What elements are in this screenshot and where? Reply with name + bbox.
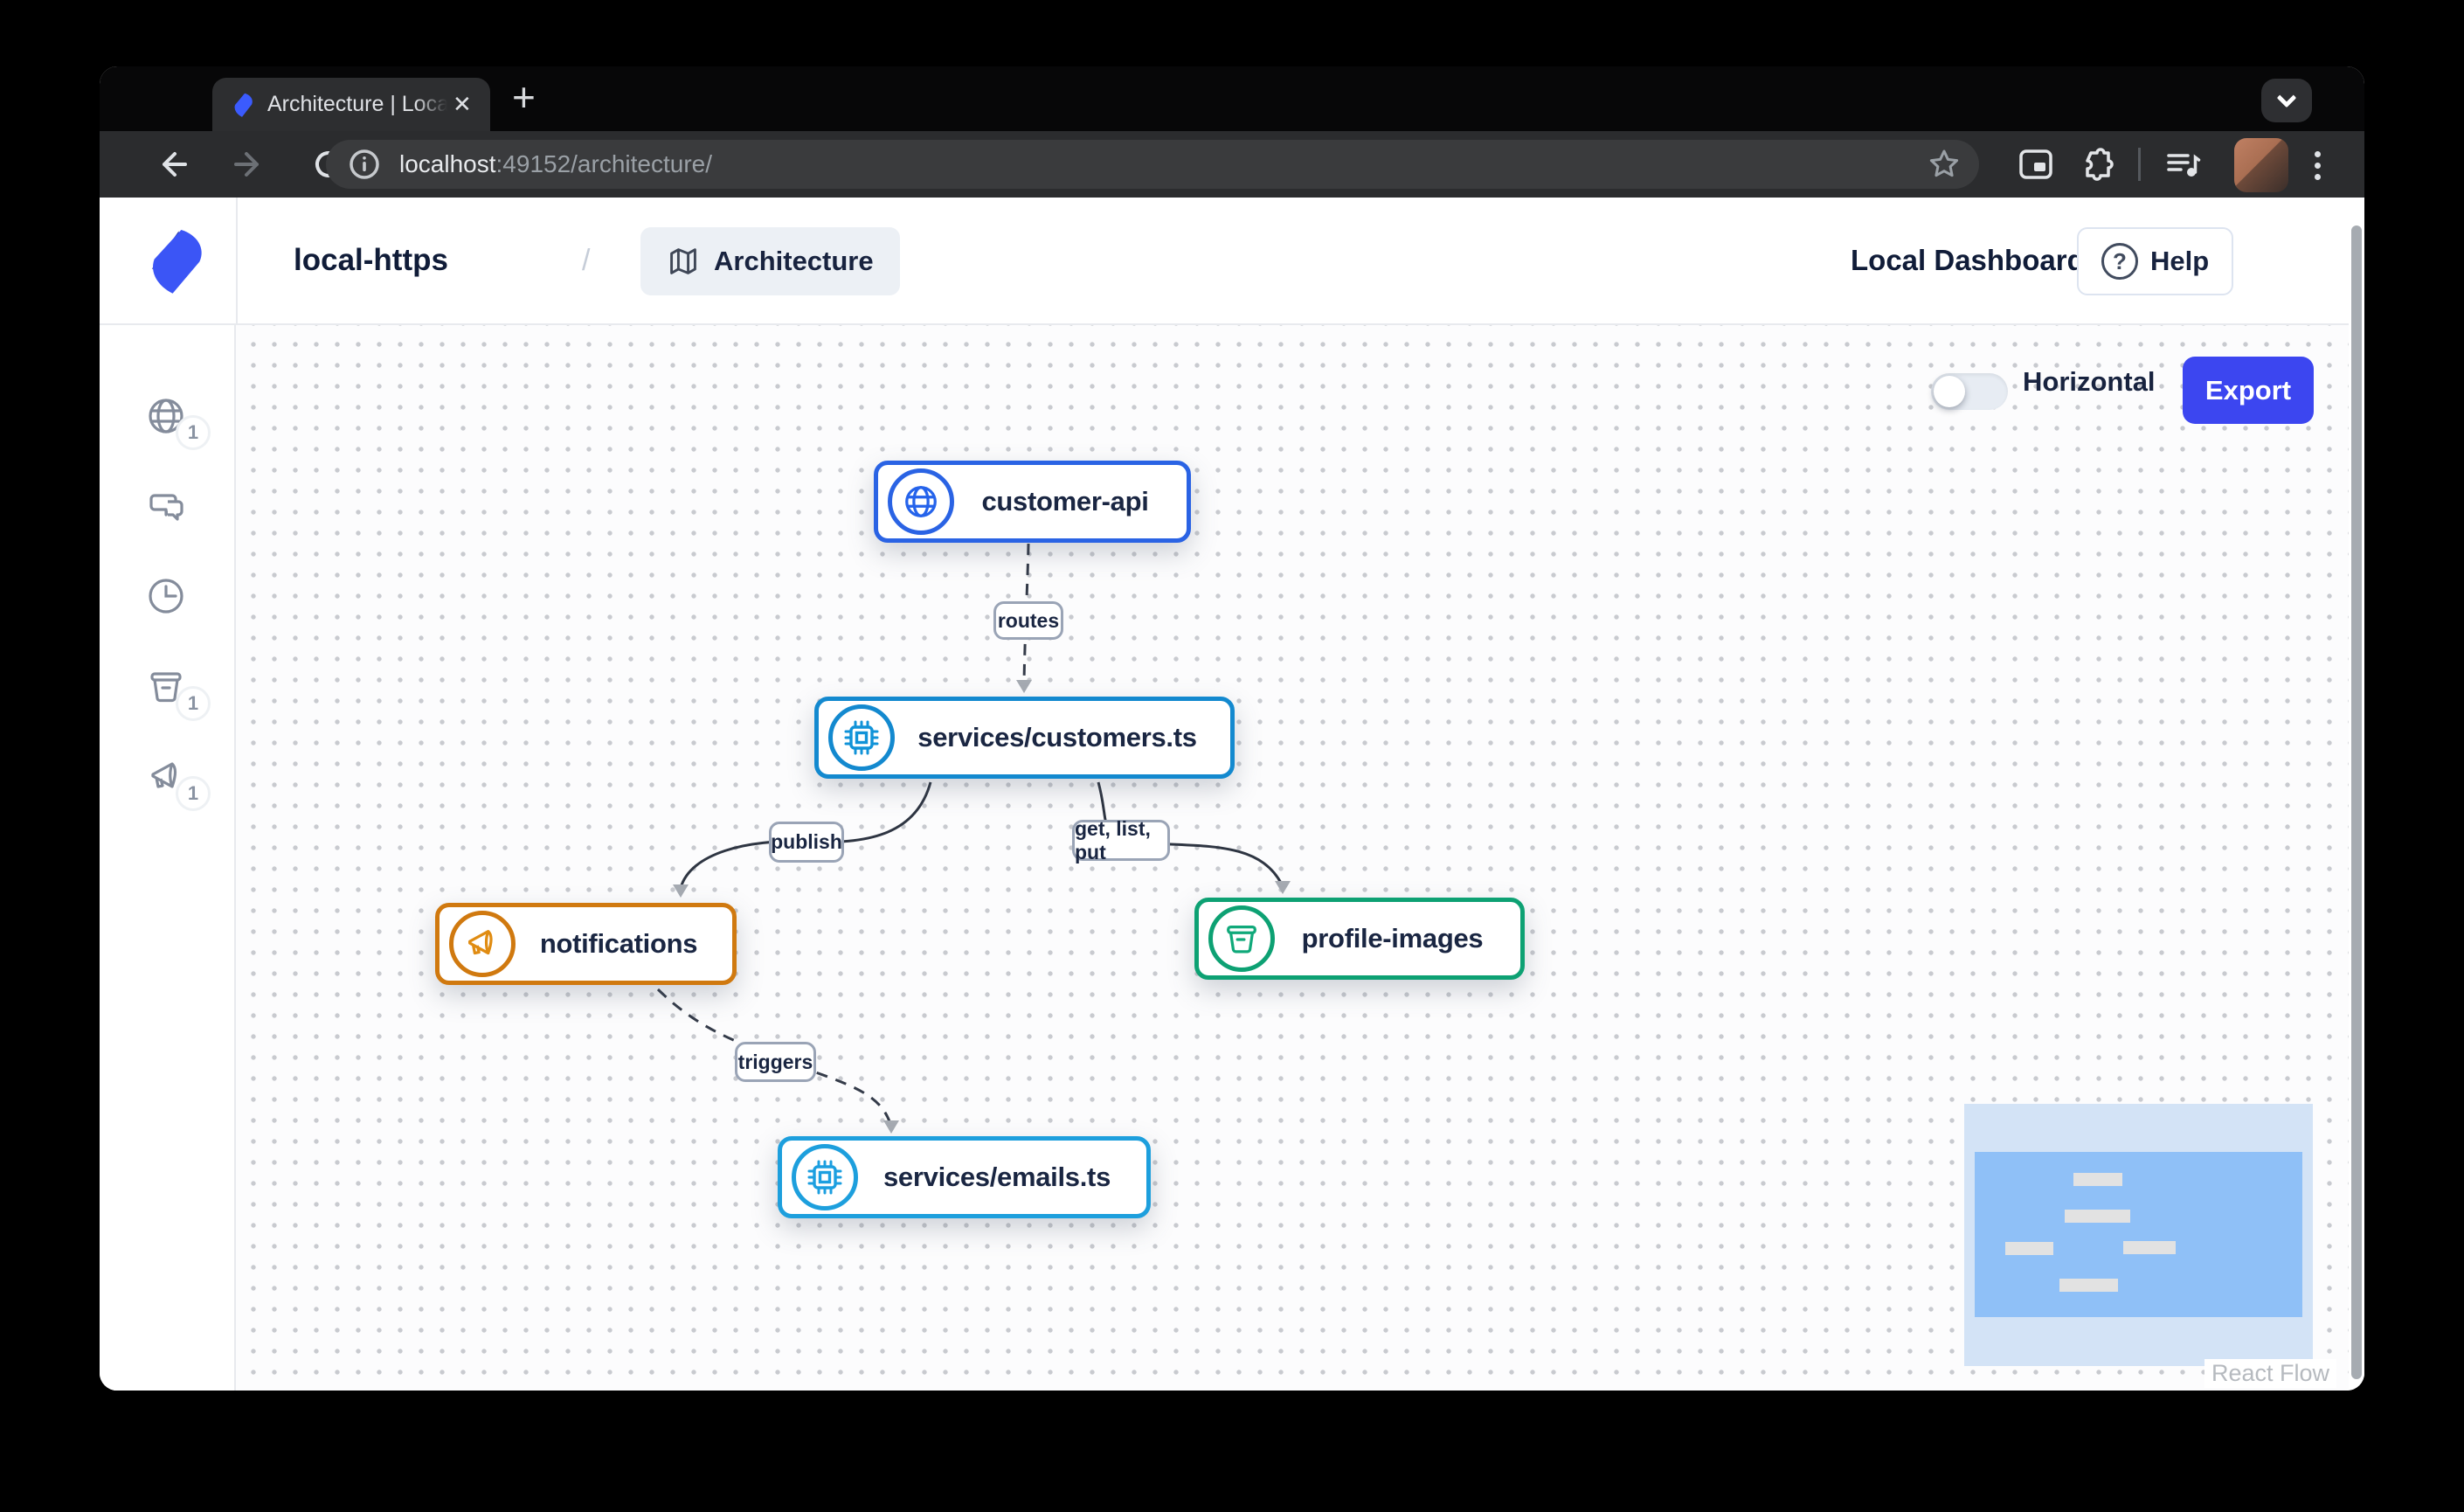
app-logo-icon[interactable] — [135, 224, 213, 297]
export-button[interactable]: Export — [2183, 357, 2314, 424]
sidebar-item-pubsub[interactable]: 1 — [146, 757, 186, 797]
forward-button[interactable] — [224, 131, 276, 198]
help-label: Help — [2150, 246, 2209, 277]
clock-icon — [146, 576, 186, 616]
tab-strip: Architecture | Local Dashboard ✕ + — [100, 66, 2364, 131]
sidebar-item-storage[interactable]: 1 — [146, 667, 186, 707]
sidebar-badge: 1 — [176, 415, 211, 450]
breadcrumb-separator: / — [582, 198, 590, 323]
profile-avatar[interactable] — [2234, 138, 2288, 192]
browser-tab[interactable]: Architecture | Local Dashboard ✕ — [212, 78, 490, 131]
minimap-node — [2073, 1173, 2122, 1186]
edge-label-publish: publish — [769, 822, 844, 863]
bucket-icon — [1208, 905, 1275, 972]
node-notifications[interactable]: notifications — [435, 903, 737, 985]
edge-label-get-list-put: get, list, put — [1072, 820, 1170, 861]
page-title: Local Dashboard — [1851, 198, 2085, 323]
page-scrollbar[interactable] — [2349, 198, 2364, 1391]
megaphone-icon — [449, 911, 516, 977]
sidebar-item-api-explorer[interactable]: 1 — [146, 396, 186, 436]
sidebar: 1 1 — [100, 325, 236, 1391]
node-label: services/emails.ts — [858, 1162, 1146, 1193]
node-label: notifications — [516, 928, 732, 960]
horizontal-toggle[interactable] — [1931, 373, 2008, 410]
node-label: customer-api — [954, 486, 1187, 517]
dashboard-page: local-https / Architecture Local Dashboa… — [100, 198, 2364, 1391]
address-bar[interactable]: localhost:49152/architecture/ — [326, 140, 1979, 189]
url-text[interactable]: localhost:49152/architecture/ — [399, 150, 712, 178]
edge-label-triggers: triggers — [735, 1042, 816, 1082]
tab-architecture[interactable]: Architecture — [640, 227, 900, 295]
node-profile-images[interactable]: profile-images — [1194, 898, 1525, 980]
edge-label-routes: routes — [993, 601, 1063, 640]
architecture-canvas[interactable]: customer-api services/customers.ts — [236, 325, 2349, 1391]
react-flow-attribution[interactable]: React Flow — [2204, 1359, 2336, 1388]
browser-menu-icon[interactable] — [2314, 146, 2321, 184]
header-divider — [236, 198, 238, 323]
new-tab-button[interactable]: + — [512, 73, 536, 121]
extensions-puzzle-icon[interactable] — [2071, 131, 2123, 198]
sidebar-badge: 1 — [176, 686, 211, 721]
tab-architecture-label: Architecture — [714, 246, 874, 277]
url-path: :49152/architecture/ — [496, 150, 713, 177]
sidebar-badge: 1 — [176, 776, 211, 811]
help-button[interactable]: ? Help — [2077, 227, 2233, 295]
picture-in-picture-icon[interactable] — [2010, 131, 2062, 198]
chevron-down-icon — [2277, 87, 2297, 108]
sidebar-item-traces[interactable] — [146, 576, 186, 616]
tab-title: Architecture | Local Dashboard — [267, 92, 447, 117]
url-host: localhost — [399, 150, 496, 177]
back-button[interactable] — [145, 131, 197, 198]
node-label: services/customers.ts — [895, 722, 1230, 753]
sidebar-item-service-catalog[interactable] — [146, 486, 186, 526]
site-info-icon[interactable] — [345, 145, 384, 184]
toggle-knob — [1934, 376, 1965, 407]
map-icon — [667, 245, 700, 278]
search-tabs-button[interactable] — [2261, 79, 2312, 122]
horizontal-toggle-label: Horizontal — [2023, 366, 2156, 398]
minimap-node — [2059, 1279, 2118, 1292]
chat-icon — [146, 486, 186, 526]
media-controls-icon[interactable] — [2156, 131, 2209, 198]
node-services-customers[interactable]: services/customers.ts — [814, 697, 1235, 779]
scrollbar-thumb[interactable] — [2351, 225, 2362, 1379]
bookmark-star-icon[interactable] — [1927, 147, 1962, 186]
chip-icon — [792, 1144, 858, 1210]
project-name[interactable]: local-https — [294, 198, 448, 323]
node-services-emails[interactable]: services/emails.ts — [778, 1136, 1151, 1218]
favicon-logo-icon — [228, 90, 256, 120]
browser-window: Architecture | Local Dashboard ✕ + local… — [100, 66, 2364, 1391]
minimap-node — [2005, 1242, 2053, 1255]
chip-icon — [828, 704, 895, 771]
tab-close-icon[interactable]: ✕ — [453, 91, 472, 118]
globe-icon — [888, 468, 954, 535]
minimap-node — [2065, 1210, 2130, 1223]
browser-toolbar: localhost:49152/architecture/ — [100, 131, 2364, 198]
node-label: profile-images — [1275, 923, 1520, 954]
minimap[interactable] — [1964, 1104, 2313, 1366]
toolbar-divider — [2138, 148, 2141, 181]
question-icon: ? — [2101, 243, 2138, 280]
node-customer-api[interactable]: customer-api — [874, 461, 1191, 543]
app-header: local-https / Architecture Local Dashboa… — [100, 198, 2364, 325]
minimap-viewport[interactable] — [1975, 1152, 2302, 1317]
minimap-node — [2123, 1241, 2176, 1254]
